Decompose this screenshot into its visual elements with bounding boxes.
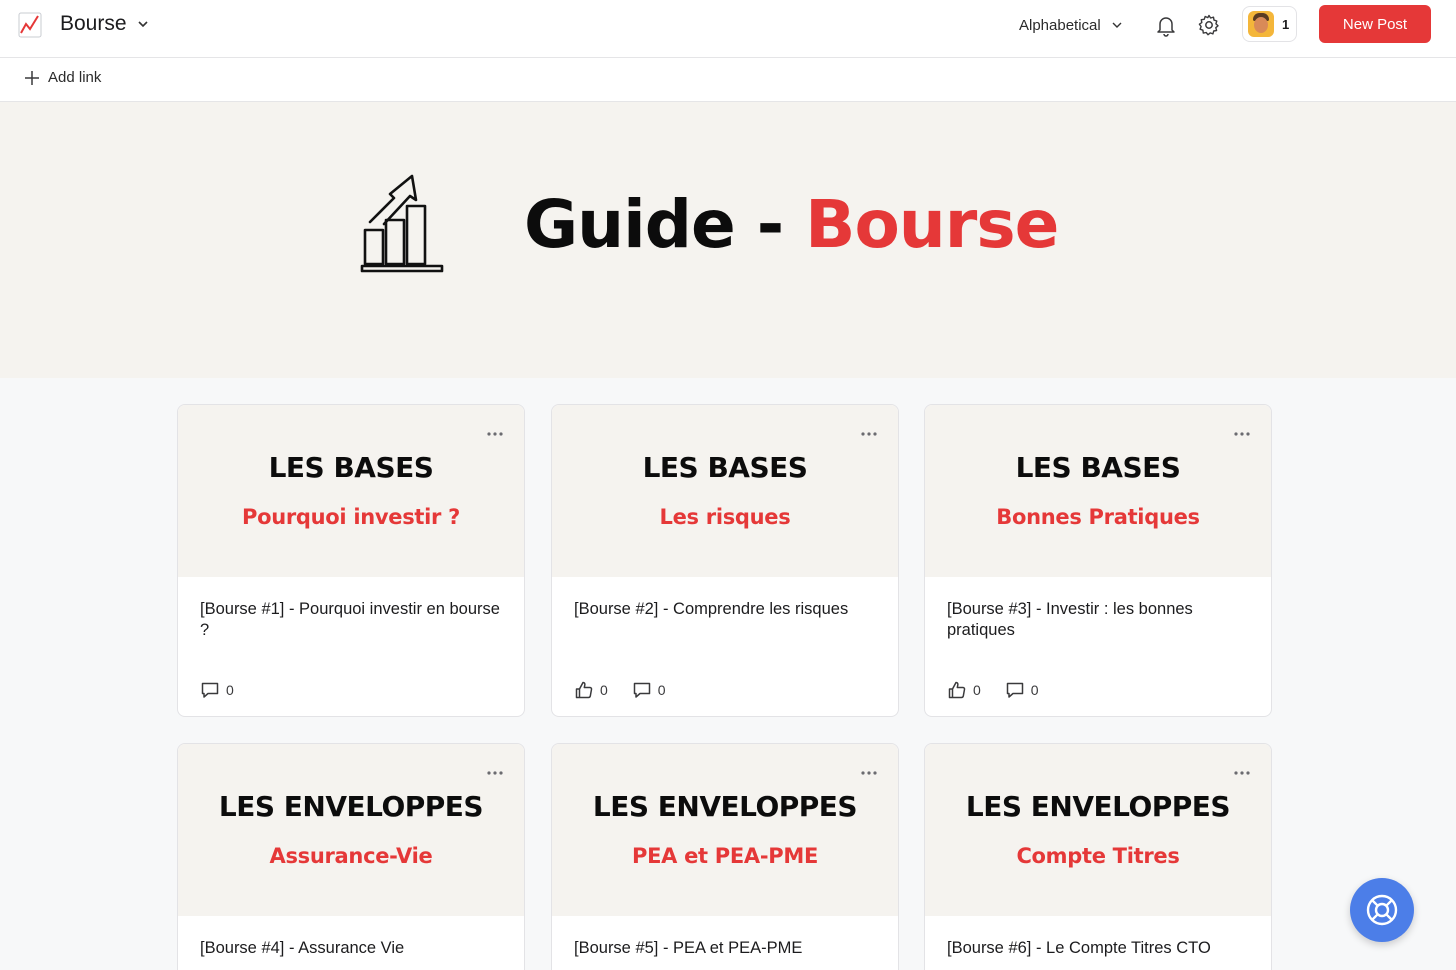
post-card[interactable]: LES ENVELOPPES PEA et PEA-PME [Bourse #5… [551,743,899,970]
post-meta: 0 [200,680,234,700]
post-cover-subtitle: PEA et PEA-PME [631,844,819,868]
post-title[interactable]: [Bourse #5] - PEA et PEA-PME [574,938,874,959]
chevron-down-icon [1112,22,1122,28]
members-count: 1 [1282,16,1290,32]
comment-count[interactable]: 0 [1005,680,1039,700]
bell-icon[interactable] [1154,13,1178,37]
gear-icon[interactable] [1197,13,1221,37]
post-card[interactable]: LES ENVELOPPES Compte Titres [Bourse #6]… [924,743,1272,970]
post-title[interactable]: [Bourse #3] - Investir : les bonnes prat… [947,599,1247,641]
post-cover-subtitle: Pourquoi investir ? [241,505,460,529]
links-bar: Add link [0,58,1456,102]
thumbs-up-icon [948,681,966,699]
plus-icon [25,70,39,85]
post-card[interactable]: LES BASES Les risques [Bourse #2] - Comp… [551,404,899,717]
cover-title: Guide - Bourse [524,186,1059,263]
cover-title-prefix: Guide - [524,186,806,263]
avatar [1248,11,1274,37]
post-card[interactable]: LES ENVELOPPES Assurance-Vie [Bourse #4]… [177,743,525,970]
comment-count[interactable]: 0 [200,680,234,700]
post-cover-subtitle: Assurance-Vie [269,844,433,868]
like-count[interactable]: 0 [947,680,981,700]
growth-chart-icon [360,174,444,273]
lifebuoy-icon [1366,894,1398,926]
post-title[interactable]: [Bourse #2] - Comprendre les risques [574,599,874,620]
comment-count[interactable]: 0 [632,680,666,700]
post-cover-heading: LES ENVELOPPES [218,790,484,823]
post-card[interactable]: LES BASES Pourquoi investir ? [Bourse #1… [177,404,525,717]
post-cover-subtitle: Les risques [659,505,791,529]
members-button[interactable]: 1 [1242,6,1297,42]
cover-title-highlight: Bourse [805,186,1059,263]
comment-icon [633,682,651,698]
chevron-down-icon [137,21,148,28]
like-count-value: 0 [973,682,981,698]
comment-icon [1006,682,1024,698]
post-cover-heading: LES BASES [1015,451,1181,484]
sort-label: Alphabetical [1019,16,1101,34]
add-link-label: Add link [48,69,102,86]
post-meta: 0 0 [574,680,666,700]
post-cover-subtitle: Compte Titres [1016,844,1180,868]
more-dots-icon[interactable] [486,431,504,437]
more-dots-icon[interactable] [860,431,878,437]
comment-count-value: 0 [226,682,234,698]
add-link-button[interactable]: Add link [24,69,101,86]
post-cover: LES ENVELOPPES Compte Titres [925,744,1271,916]
space-switcher[interactable]: Bourse [60,12,149,36]
post-cover-subtitle: Bonnes Pratiques [996,505,1200,529]
like-count-value: 0 [600,682,608,698]
comment-count-value: 0 [1030,682,1039,698]
post-cover-heading: LES BASES [268,451,434,484]
help-button[interactable] [1350,878,1414,942]
more-dots-icon[interactable] [1233,770,1251,776]
cover-banner: Guide - Bourse [0,102,1456,378]
post-cover-heading: LES BASES [642,451,808,484]
post-cover: LES BASES Les risques [552,405,898,577]
post-cover: LES ENVELOPPES Assurance-Vie [178,744,524,916]
like-count[interactable]: 0 [574,680,608,700]
sort-dropdown[interactable]: Alphabetical [1019,14,1123,36]
top-bar: Bourse Alphabetical 1 New Post [0,0,1456,58]
new-post-button[interactable]: New Post [1319,5,1431,43]
post-cover: LES ENVELOPPES PEA et PEA-PME [552,744,898,916]
thumbs-up-icon [575,681,593,699]
post-cover: LES BASES Bonnes Pratiques [925,405,1271,577]
post-cover-heading: LES ENVELOPPES [965,790,1231,823]
chart-emoji-icon [18,12,42,38]
post-cover-heading: LES ENVELOPPES [592,790,858,823]
post-card[interactable]: LES BASES Bonnes Pratiques [Bourse #3] -… [924,404,1272,717]
post-title[interactable]: [Bourse #1] - Pourquoi investir en bours… [200,599,500,641]
more-dots-icon[interactable] [1233,431,1251,437]
post-meta: 0 0 [947,680,1039,700]
post-cover: LES BASES Pourquoi investir ? [178,405,524,577]
post-title[interactable]: [Bourse #4] - Assurance Vie [200,938,500,959]
comment-count-value: 0 [657,682,666,698]
more-dots-icon[interactable] [486,770,504,776]
post-title[interactable]: [Bourse #6] - Le Compte Titres CTO [947,938,1247,959]
space-title: Bourse [60,12,127,35]
comment-icon [201,682,219,698]
more-dots-icon[interactable] [860,770,878,776]
